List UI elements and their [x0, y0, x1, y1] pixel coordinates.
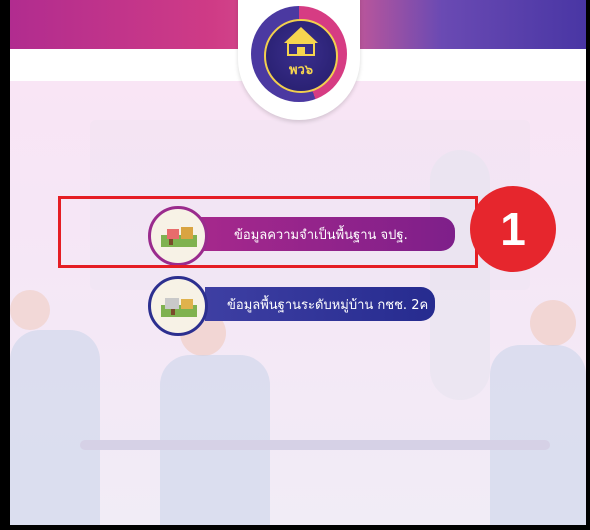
logo-badge: พว๖: [238, 0, 360, 120]
menu-button-label: ข้อมูลพื้นฐานระดับหมู่บ้าน กชช. 2ค: [227, 297, 429, 313]
village-map-icon[interactable]: [148, 276, 208, 336]
background-person-body: [490, 345, 586, 525]
village-map-icon: [161, 298, 197, 317]
step-number-badge: 1: [470, 186, 556, 272]
highlight-frame: [58, 196, 478, 268]
menu-button-village-data[interactable]: ข้อมูลพื้นฐานระดับหมู่บ้าน กชช. 2ค: [205, 287, 435, 321]
logo-text: พว๖: [288, 63, 314, 78]
logo-emblem: พว๖: [264, 19, 338, 93]
background-person-head: [530, 300, 576, 346]
temple-icon: [284, 27, 318, 56]
background-person-body: [10, 330, 100, 525]
background-table: [80, 440, 550, 450]
background-person-head: [10, 290, 50, 330]
